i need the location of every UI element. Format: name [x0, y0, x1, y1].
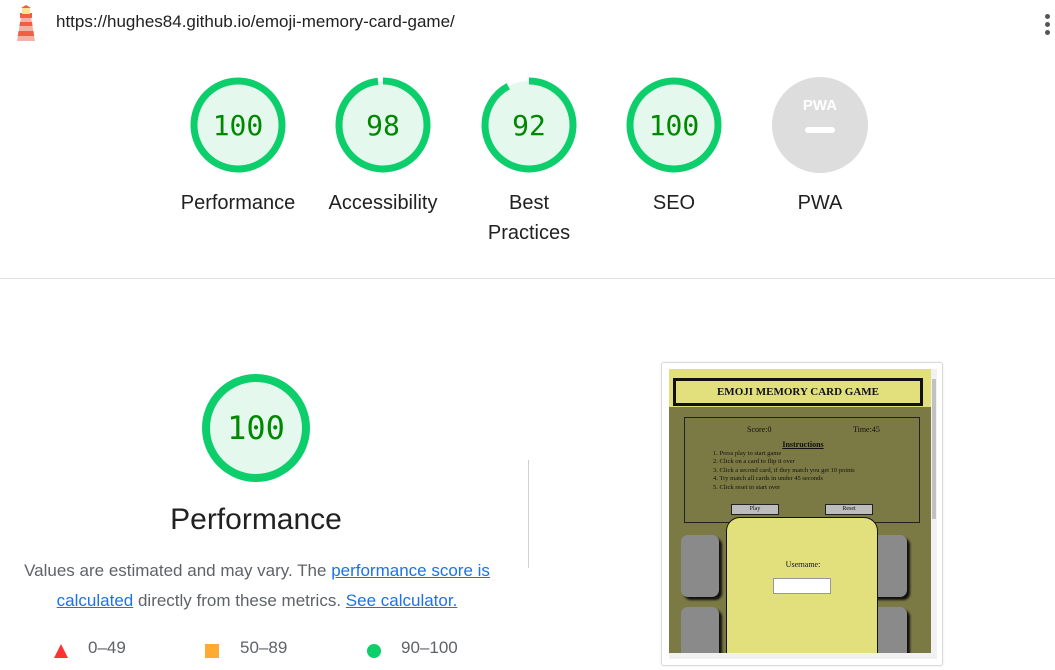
gauge-best-practices[interactable]: 92 Best Practices	[456, 76, 602, 248]
gauge-label: Performance	[180, 192, 296, 214]
gauge-label: SEO	[652, 192, 696, 214]
desc-mid: directly from these metrics.	[133, 591, 346, 610]
see-calculator-link[interactable]: See calculator.	[346, 591, 458, 610]
memory-card	[681, 607, 719, 659]
more-vert-icon[interactable]	[1040, 10, 1054, 38]
instruction-item: 4. Try match all cards in under 45 secon…	[713, 475, 823, 483]
pwa-badge: PWA	[803, 97, 837, 114]
gauge-seo[interactable]: 100 SEO	[601, 76, 747, 218]
game-info-box: Score:0 Time:45 Instructions 1. Press pl…	[684, 417, 920, 523]
username-modal: Username:	[726, 517, 878, 659]
final-screenshot[interactable]: EMOJI MEMORY CARD GAME Score:0 Time:45 I…	[661, 362, 943, 666]
lighthouse-icon	[17, 5, 35, 41]
fail-triangle-icon	[54, 644, 68, 658]
legend-pass-range: 90–100	[401, 638, 458, 657]
pwa-icon: PWA	[772, 77, 868, 173]
gauge-ring: 98	[335, 77, 431, 173]
instructions-list: 1. Press play to start game 2. Click on …	[713, 450, 855, 492]
instruction-item: 3. Click a second card, if they match yo…	[713, 466, 855, 474]
gauge-performance[interactable]: 100 Performance	[165, 76, 311, 218]
game-score: Score:0	[747, 425, 772, 434]
screenshot-page: EMOJI MEMORY CARD GAME Score:0 Time:45 I…	[669, 369, 931, 659]
game-panel: Score:0 Time:45 Instructions 1. Press pl…	[669, 407, 931, 659]
gauge-ring: 92	[481, 77, 577, 173]
category-gauges: 100 Performance 98 Accessibility 92 Best…	[0, 56, 1055, 278]
score-legend: 0–49 50–89 90–100	[0, 638, 520, 668]
legend-average-range: 50–89	[240, 638, 288, 657]
gauge-score: 100	[649, 109, 700, 142]
reset-button: Reset	[825, 504, 873, 515]
top-bar: https://hughes84.github.io/emoji-memory-…	[0, 0, 1055, 46]
performance-score: 100	[227, 409, 285, 447]
vertical-separator	[528, 460, 529, 568]
screenshot-scrollbar	[931, 369, 937, 659]
instruction-item: 5. Click reset to start over	[713, 483, 781, 491]
instruction-item: 2. Click on a card to flip it over	[713, 458, 795, 466]
performance-description: Values are estimated and may vary. The p…	[10, 556, 504, 616]
performance-gauge: 100	[202, 374, 310, 482]
game-title: EMOJI MEMORY CARD GAME	[673, 378, 923, 406]
performance-title: Performance	[170, 503, 342, 536]
gauge-ring: 100	[190, 77, 286, 173]
play-button: Play	[731, 504, 779, 515]
legend-fail-range: 0–49	[88, 638, 126, 657]
gauge-label: Best Practices	[487, 192, 571, 244]
instruction-item: 1. Press play to start game	[713, 450, 782, 457]
pass-circle-icon	[367, 644, 381, 658]
gauge-label: PWA	[797, 192, 843, 214]
section-divider	[0, 278, 1055, 279]
average-square-icon	[205, 644, 219, 658]
instructions-heading: Instructions	[782, 440, 824, 449]
gauge-score: 92	[512, 109, 546, 142]
gauge-ring: 100	[626, 77, 722, 173]
game-time: Time:45	[853, 425, 880, 434]
gauge-score: 98	[366, 109, 400, 142]
username-label: Username:	[785, 560, 821, 569]
gauge-pwa[interactable]: PWA PWA	[747, 76, 893, 218]
gauge-label: Accessibility	[328, 192, 438, 214]
gauge-score: 100	[213, 109, 264, 142]
gauge-accessibility[interactable]: 98 Accessibility	[310, 76, 456, 218]
screenshot-hscrollbar	[669, 653, 937, 659]
memory-card	[681, 535, 719, 597]
desc-prefix: Values are estimated and may vary. The	[24, 561, 332, 580]
page-url: https://hughes84.github.io/emoji-memory-…	[56, 12, 455, 31]
username-input	[773, 578, 831, 594]
